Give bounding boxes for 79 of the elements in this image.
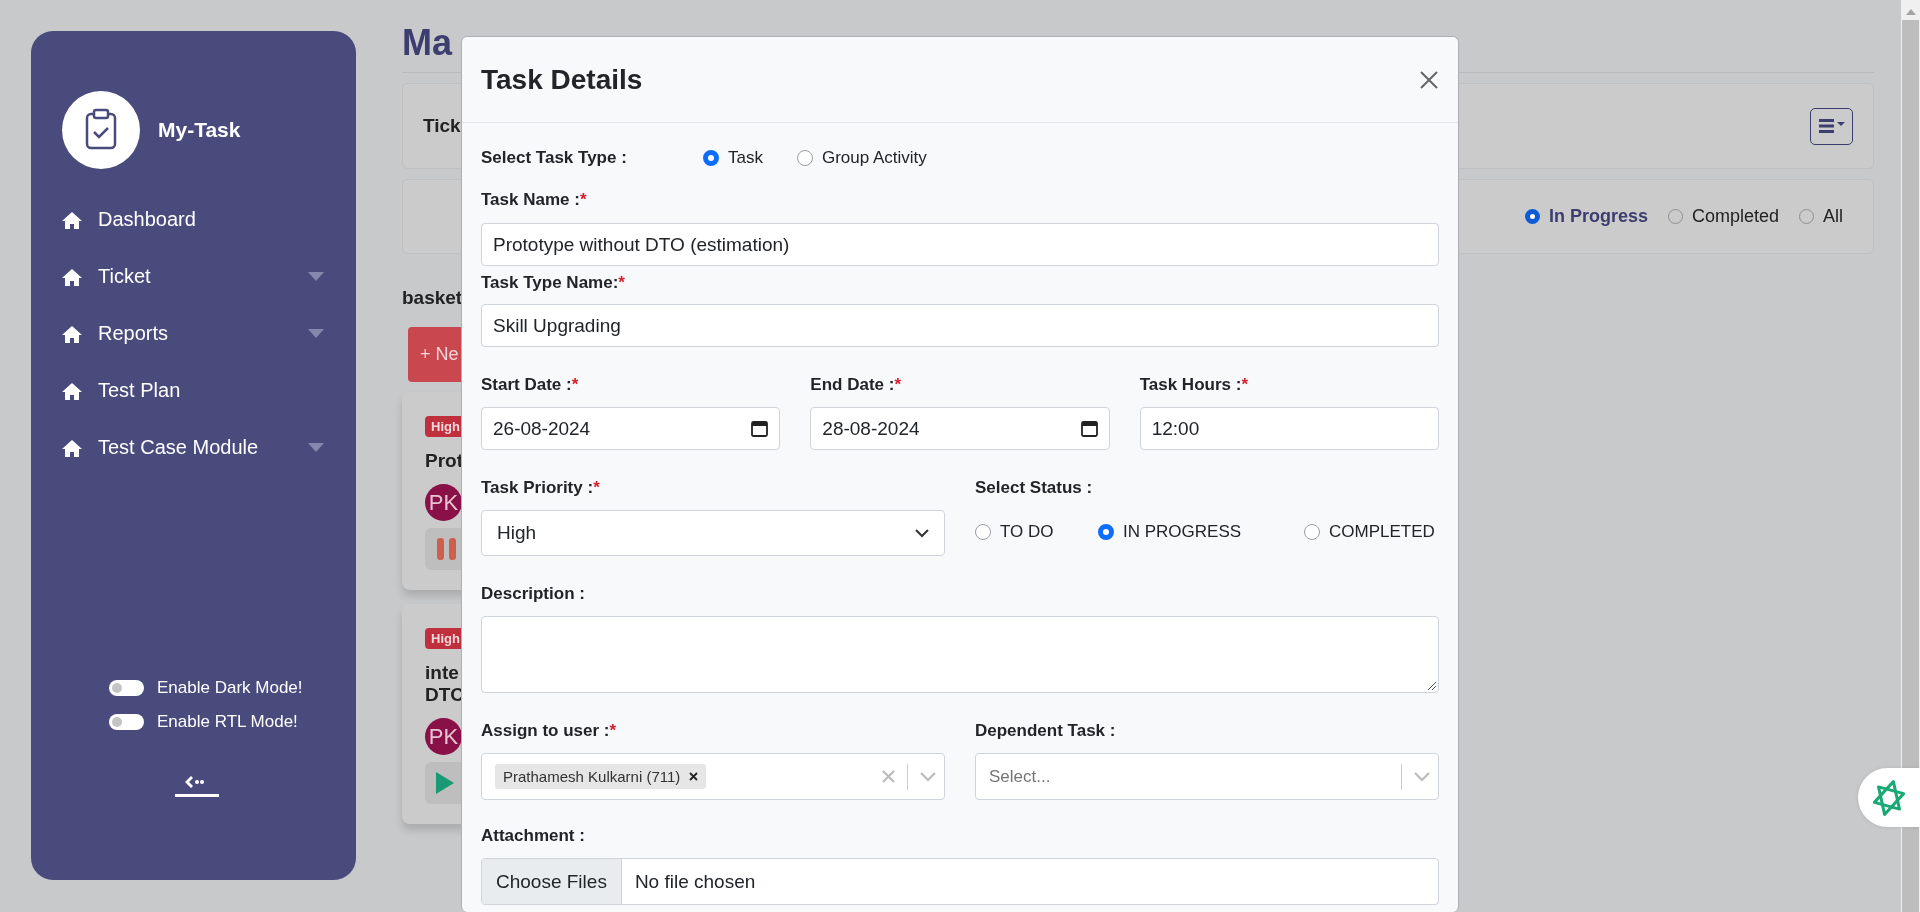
section-title: basket [402,287,464,309]
radio-label: Group Activity [821,148,927,168]
field-label: Attachment : [481,826,586,846]
radio-label: TO DO [1000,522,1054,542]
toggle-label: Enable Dark Mode! [157,678,303,698]
chevron-down-icon[interactable] [920,771,936,782]
resize-handle-icon [1428,682,1436,690]
date-field[interactable]: 28-08-2024 [810,407,1110,450]
menu-icon [1818,119,1845,133]
radio-label: Completed [1691,206,1779,227]
radio-label: IN PROGRESS [1123,522,1242,542]
field-label: Assign to user :* [481,721,618,741]
scroll-up-icon[interactable] [1905,9,1916,15]
task-title: inte DTC [425,662,465,706]
dependent-task-select[interactable]: Select... [975,753,1439,800]
field-label: Task Hours :* [1139,375,1249,395]
play-icon [435,771,455,795]
radio-button[interactable] [1304,524,1320,540]
avatar: PK [425,718,462,755]
field-label: Task Name :* [481,190,588,210]
radio-label: In Progress [1548,206,1648,227]
field-label: Task Priority :* [481,478,601,498]
user-select[interactable]: Prathamesh Kulkarni (711) [481,753,945,800]
nav-item[interactable]: Reports [62,305,324,362]
toggle-label: Enable RTL Mode! [157,712,298,732]
field-label: Start Date :* [481,375,580,395]
scrollbar-thumb[interactable] [1902,20,1919,912]
tag-label: Prathamesh Kulkarni (711) [503,768,681,785]
pause-icon [435,537,459,561]
toggle-switch[interactable] [109,714,144,730]
field-label: Description : [481,584,586,604]
radio-button[interactable] [1098,524,1114,540]
home-icon [62,267,82,286]
field-label: Select Task Type : [481,148,628,168]
text-field[interactable]: Skill Upgrading [481,304,1439,347]
nav-item[interactable]: Test Plan [62,362,324,419]
radio-label: Task [728,148,763,168]
nav-item[interactable]: Ticket [62,248,324,305]
field-label: Dependent Task : [975,721,1117,741]
calendar-icon[interactable] [1080,420,1098,437]
radio-button[interactable] [703,150,719,166]
file-field[interactable]: Choose Files No file chosen [481,858,1439,905]
close-icon[interactable] [1419,69,1439,90]
task-title: Prot [425,450,463,472]
nav-item[interactable]: Dashboard [62,191,324,248]
radio-label: COMPLETED [1329,522,1435,542]
radio-button[interactable] [796,150,813,166]
field-label: Task Type Name:* [481,273,626,293]
home-icon [62,381,82,400]
text-field[interactable]: Prototype without DTO (estimation) [481,223,1439,266]
clear-icon[interactable] [882,770,895,783]
priority-select[interactable]: High [481,510,945,556]
chevron-down-icon [915,528,929,538]
toggle-switch[interactable] [109,680,144,696]
description-field[interactable] [481,616,1439,693]
home-icon [62,210,82,229]
caret-icon [308,443,324,452]
home-icon [62,438,82,457]
radio-button[interactable] [1524,209,1540,224]
file-status: No file chosen [634,870,756,893]
calendar-icon[interactable] [751,420,769,437]
choose-files-button[interactable]: Choose Files [482,859,622,904]
menu-button[interactable] [1810,107,1853,145]
time-field[interactable]: 12:00 [1139,407,1439,450]
nav-item[interactable]: Test Case Module [62,419,324,476]
brand-name: My-Task [158,118,241,142]
home-icon [62,324,82,343]
clipboard-logo-icon [62,91,140,169]
caret-icon [308,329,324,338]
chevron-down-icon[interactable] [1414,771,1430,782]
radio-button[interactable] [975,524,991,540]
field-label: Select Status : [975,478,1094,498]
radio-label: All [1823,206,1843,227]
remove-icon[interactable] [689,772,699,781]
avatar: PK [425,484,462,521]
field-label: End Date :* [810,375,902,395]
date-field[interactable]: 26-08-2024 [481,407,781,450]
caret-icon [308,272,324,281]
ticket-label: Tick [423,115,462,137]
